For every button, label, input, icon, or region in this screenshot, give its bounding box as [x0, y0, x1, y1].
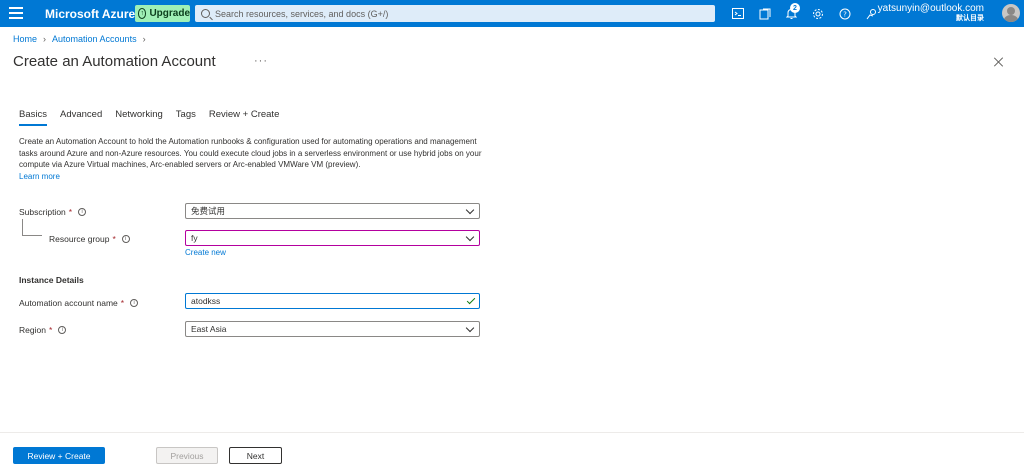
upgrade-button[interactable]: ↑ Upgrade [135, 5, 190, 22]
tree-connector [22, 219, 23, 235]
required-marker: * [48, 325, 53, 335]
upgrade-label: Upgrade [149, 8, 190, 19]
chevron-right-icon: › [43, 34, 47, 44]
avatar[interactable] [1002, 4, 1020, 22]
resource-group-value: fy [191, 233, 198, 243]
upgrade-icon: ↑ [138, 8, 147, 19]
info-icon[interactable]: i [58, 326, 67, 334]
footer-divider [0, 432, 1024, 433]
subscription-label: Subscription * i [19, 207, 87, 217]
next-button[interactable]: Next [229, 447, 282, 464]
breadcrumb-automation-accounts[interactable]: Automation Accounts [52, 34, 137, 44]
tab-bar: Basics Advanced Networking Tags Review +… [19, 109, 292, 126]
svg-text:?: ? [843, 10, 847, 18]
resource-group-label: Resource group * i [49, 234, 130, 244]
region-select[interactable]: East Asia [185, 321, 480, 337]
info-icon[interactable]: i [121, 235, 130, 243]
tab-tags[interactable]: Tags [176, 109, 196, 126]
resource-group-select[interactable]: fy [185, 230, 480, 246]
info-icon[interactable]: i [78, 208, 87, 216]
region-label-text: Region [19, 325, 46, 335]
instance-details-heading: Instance Details [19, 275, 84, 285]
search-icon [201, 9, 210, 18]
chevron-down-icon [465, 323, 475, 333]
account-name-label-text: Automation account name [19, 298, 118, 308]
tab-advanced[interactable]: Advanced [60, 109, 102, 126]
help-icon[interactable]: ? [838, 7, 851, 20]
directory-filter-icon[interactable] [758, 7, 771, 20]
search-input[interactable] [215, 8, 695, 19]
account-name-label: Automation account name * i [19, 298, 139, 308]
user-account[interactable]: yatsunyin@outlook.com 默认目录 [878, 3, 984, 23]
tab-basics[interactable]: Basics [19, 109, 47, 126]
page-description: Create an Automation Account to hold the… [19, 136, 489, 182]
region-label: Region * i [19, 325, 67, 335]
previous-button[interactable]: Previous [156, 447, 218, 464]
breadcrumb-home[interactable]: Home [13, 34, 37, 44]
chevron-down-icon [465, 205, 475, 215]
account-name-value: atodkss [191, 296, 221, 306]
subscription-select[interactable]: 免费试用 [185, 203, 480, 219]
required-marker: * [112, 234, 116, 244]
subscription-value: 免费试用 [191, 206, 226, 216]
info-icon[interactable]: i [130, 299, 139, 307]
breadcrumb: Home › Automation Accounts › [13, 34, 152, 44]
feedback-icon[interactable] [865, 7, 878, 20]
notification-badge: 2 [790, 3, 800, 13]
cloud-shell-icon[interactable] [731, 7, 744, 20]
top-bar: Microsoft Azure ↑ Upgrade 2 ? yatsunyin@… [0, 0, 1024, 27]
review-create-button[interactable]: Review + Create [13, 447, 105, 464]
tab-networking[interactable]: Networking [115, 109, 163, 126]
more-options-icon[interactable]: ··· [254, 55, 268, 67]
required-marker: * [120, 298, 125, 308]
page-title: Create an Automation Account [13, 53, 216, 70]
create-new-link[interactable]: Create new [185, 248, 226, 257]
chevron-right-icon: › [142, 34, 146, 44]
account-name-input[interactable]: atodkss [185, 293, 480, 309]
menu-icon[interactable] [9, 7, 23, 19]
user-email: yatsunyin@outlook.com [877, 3, 984, 14]
region-value: East Asia [191, 324, 227, 334]
chevron-down-icon [465, 232, 475, 242]
user-directory: 默认目录 [956, 15, 984, 22]
learn-more-link[interactable]: Learn more [19, 172, 60, 181]
tree-connector [22, 235, 42, 236]
gear-icon[interactable] [811, 7, 824, 20]
tab-review-create[interactable]: Review + Create [209, 109, 280, 126]
close-icon[interactable] [993, 56, 1005, 68]
required-marker: * [68, 207, 73, 217]
brand-title[interactable]: Microsoft Azure [45, 7, 135, 21]
checkmark-icon [466, 295, 476, 305]
global-search[interactable] [195, 5, 715, 22]
description-text: Create an Automation Account to hold the… [19, 137, 482, 169]
subscription-label-text: Subscription [19, 207, 66, 217]
resource-group-label-text: Resource group [49, 234, 110, 244]
